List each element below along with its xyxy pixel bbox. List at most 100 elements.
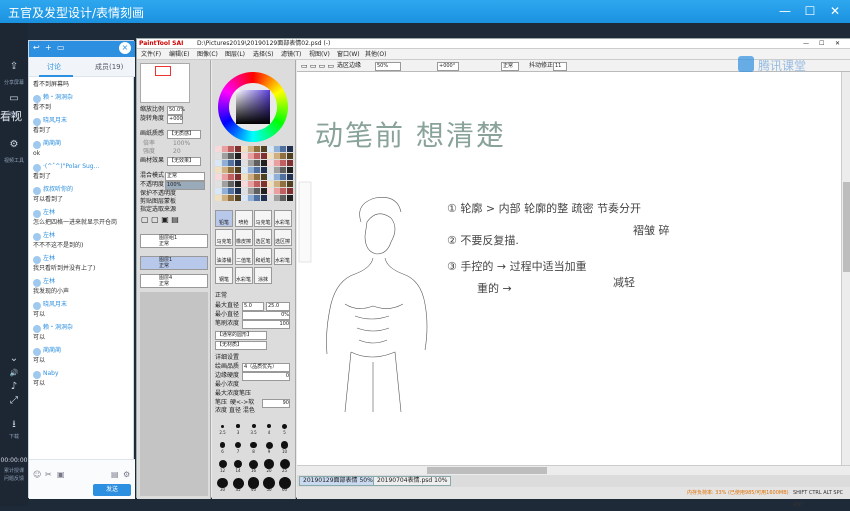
color-swatch[interactable]	[234, 195, 241, 201]
file-tab-active[interactable]: 20190129面部表情 50%	[299, 476, 377, 486]
color-swatch[interactable]	[254, 146, 260, 152]
menu-image[interactable]: 图像(C)	[197, 49, 218, 60]
color-swatch[interactable]	[228, 146, 234, 152]
color-swatch[interactable]	[247, 146, 254, 152]
brush-size-cell[interactable]: 60	[277, 475, 292, 493]
brush-size-cell[interactable]: 30	[215, 475, 230, 493]
density-field[interactable]: 100	[242, 320, 290, 329]
pressure2-field[interactable]: 90	[262, 399, 290, 408]
color-swatch[interactable]	[215, 174, 221, 180]
color-swatch[interactable]	[273, 181, 280, 187]
brush-shape-select[interactable]: 【通常的圆形】	[215, 331, 267, 340]
color-swatch[interactable]	[234, 188, 241, 194]
vertical-scroll-thumb[interactable]	[843, 182, 850, 272]
color-swatch[interactable]	[273, 160, 280, 166]
color-swatch[interactable]	[241, 195, 247, 201]
chat-username[interactable]: 左林	[33, 208, 131, 218]
vertical-scrollbar[interactable]	[841, 72, 850, 465]
color-swatch[interactable]	[273, 174, 280, 180]
menu-filter[interactable]: 滤镜(T)	[281, 49, 301, 60]
layer-item[interactable]: 图层组1 正常	[140, 234, 208, 248]
color-swatch[interactable]	[280, 174, 286, 180]
brush-texture-select[interactable]: 【无材质】	[215, 341, 267, 350]
color-swatch[interactable]	[273, 167, 280, 173]
chat-username[interactable]: 赖・洞洞杂	[33, 93, 131, 103]
color-swatch[interactable]	[280, 167, 286, 173]
color-swatch[interactable]	[286, 160, 293, 166]
menu-view[interactable]: 视图(V)	[309, 49, 330, 60]
color-swatch[interactable]	[228, 167, 234, 173]
color-swatch[interactable]	[254, 188, 260, 194]
opt-density[interactable]: 浓度	[215, 407, 227, 414]
blend-select[interactable]: 正常	[165, 172, 205, 181]
color-swatch[interactable]	[280, 195, 286, 201]
angle-field[interactable]: +000	[167, 115, 183, 124]
color-swatch[interactable]	[247, 160, 254, 166]
color-swatch[interactable]	[241, 174, 247, 180]
chat-username[interactable]: 晓风月末	[33, 116, 131, 126]
quality-select[interactable]: 4（品质优先）	[242, 363, 290, 372]
brush-tool-button[interactable]: 钢笔	[215, 267, 233, 284]
color-swatch[interactable]	[280, 188, 286, 194]
color-swatch[interactable]	[241, 160, 247, 166]
selection-source-checkbox[interactable]: 指定选取来源	[140, 206, 176, 214]
chat-username[interactable]: 晓风月末	[33, 300, 131, 310]
color-swatch[interactable]	[228, 181, 234, 187]
texture-select[interactable]: 【无质感】	[167, 130, 201, 139]
color-swatch[interactable]	[221, 153, 228, 159]
chat-username[interactable]: 左林	[33, 231, 131, 241]
color-swatch[interactable]	[267, 195, 273, 201]
color-swatch[interactable]	[241, 181, 247, 187]
color-swatch[interactable]	[215, 146, 221, 152]
brush-size-cell[interactable]: 20	[262, 456, 277, 474]
horizontal-scroll-thumb[interactable]	[427, 467, 547, 474]
color-swatch[interactable]	[254, 195, 260, 201]
scissors-icon[interactable]: ✂	[45, 470, 52, 479]
color-swatch[interactable]	[228, 153, 234, 159]
horizontal-scrollbar[interactable]	[297, 465, 850, 475]
color-swatch[interactable]	[215, 188, 221, 194]
color-swatch[interactable]	[280, 181, 286, 187]
color-swatch[interactable]	[254, 174, 260, 180]
color-swatch[interactable]	[286, 174, 293, 180]
menu-other[interactable]: 其他(O)	[365, 49, 386, 60]
layer-tool-icons[interactable]: ▢ ▢ ▣ ▤	[141, 216, 179, 224]
chat-username[interactable]: ·(^ˇ^)"Polar Sug...	[33, 162, 131, 172]
zoom-field[interactable]: 50.0%	[167, 106, 185, 115]
color-swatch[interactable]	[247, 153, 254, 159]
menu-layer[interactable]: 图层(L)	[225, 49, 245, 60]
menu-window[interactable]: 窗口(W)	[337, 49, 360, 60]
color-swatch[interactable]	[260, 153, 267, 159]
color-swatch[interactable]	[221, 174, 228, 180]
maximize-button[interactable]: ☐	[801, 3, 819, 19]
color-swatch[interactable]	[241, 167, 247, 173]
folder-icon[interactable]: ▭	[57, 43, 65, 52]
emoji-icon[interactable]: ☺	[33, 470, 41, 479]
color-swatch[interactable]	[247, 167, 254, 173]
color-swatch[interactable]	[260, 174, 267, 180]
color-swatch[interactable]	[273, 188, 280, 194]
brush-size-cell[interactable]: 4	[262, 418, 277, 436]
brush-tool-button[interactable]: 马克笔	[215, 229, 233, 246]
toolbar-icons[interactable]: ▭ ▭ ▭ ▭	[301, 60, 334, 72]
max-size-field[interactable]: 5.0	[242, 302, 264, 311]
brush-size-cell[interactable]: 2.5	[215, 418, 230, 436]
brush-tool-button[interactable]: 马克笔	[254, 210, 272, 227]
color-swatch[interactable]	[260, 188, 267, 194]
brush-size-cell[interactable]: 7	[231, 437, 246, 455]
color-swatch[interactable]	[228, 188, 234, 194]
color-swatch[interactable]	[234, 167, 241, 173]
color-swatch[interactable]	[260, 195, 267, 201]
color-swatch[interactable]	[247, 195, 254, 201]
brush-size-cell[interactable]: 14	[231, 456, 246, 474]
effect-select[interactable]: 【无效果】	[167, 157, 201, 166]
color-swatch[interactable]	[286, 153, 293, 159]
menu-file[interactable]: 文件(F)	[141, 49, 161, 60]
brush-size-cell[interactable]: 40	[246, 475, 261, 493]
color-swatch[interactable]	[221, 188, 228, 194]
color-swatch[interactable]	[221, 167, 228, 173]
color-swatch[interactable]	[241, 153, 247, 159]
chat-username[interactable]: 蔺蔺蔺	[33, 346, 131, 356]
color-swatch[interactable]	[260, 181, 267, 187]
color-swatch[interactable]	[267, 181, 273, 187]
